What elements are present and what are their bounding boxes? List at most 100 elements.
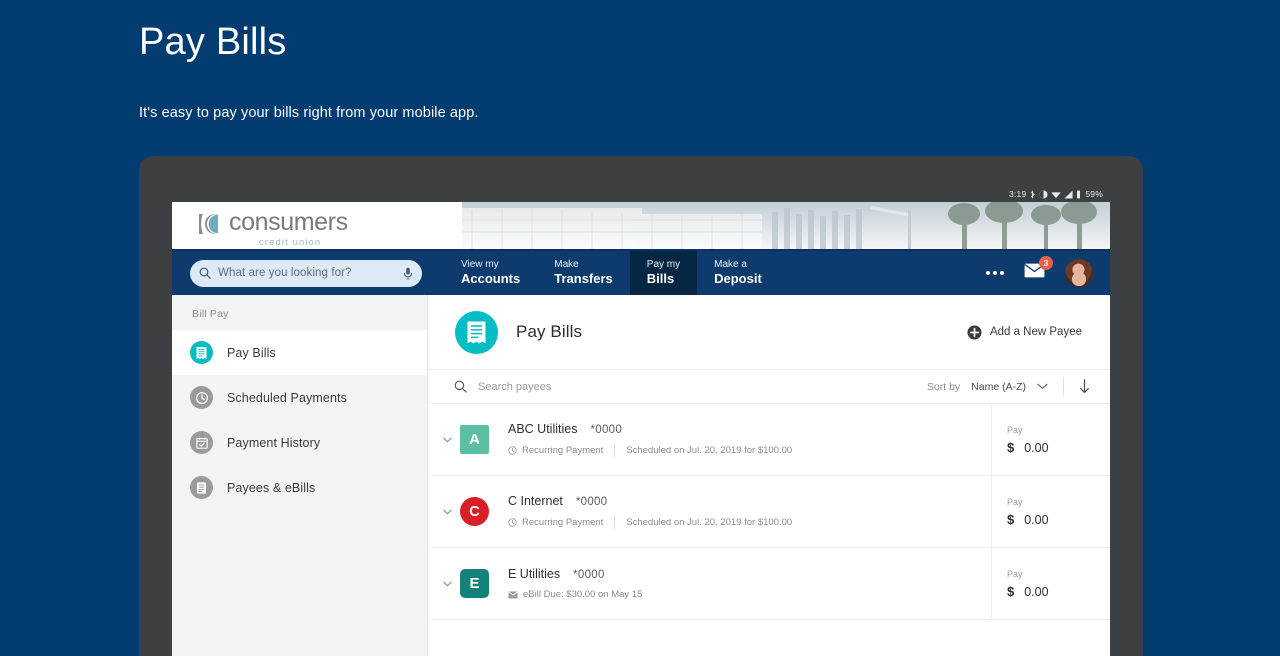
- add-new-payee-button[interactable]: Add a New Payee: [967, 325, 1082, 340]
- chevron-down-icon[interactable]: [1037, 383, 1048, 390]
- expand-caret-icon[interactable]: [428, 581, 456, 587]
- user-avatar[interactable]: [1065, 259, 1093, 287]
- nav-transfers-bottom: Transfers: [554, 271, 613, 287]
- wifi-icon: [1051, 191, 1062, 198]
- pay-amount-input[interactable]: 0.00: [1024, 513, 1048, 527]
- sidebar-heading: Bill Pay: [192, 308, 229, 320]
- payees-list: A ABC Utilities *0000 Recurring Payment …: [428, 404, 1110, 656]
- search-payees-field[interactable]: Search payees: [454, 380, 927, 393]
- nav-accounts-bottom: Accounts: [461, 271, 521, 287]
- primary-navbar: What are you looking for? View my Accoun…: [172, 249, 1110, 295]
- sidebar-label-pay-bills: Pay Bills: [227, 345, 276, 360]
- payee-name: C Internet: [508, 494, 563, 508]
- list-icon: [190, 476, 213, 499]
- pay-label: Pay: [1007, 496, 1023, 507]
- payee-meta-primary: Recurring Payment: [508, 445, 603, 456]
- sidebar: Bill Pay Pay Bills Scheduled Payments Pa…: [172, 295, 428, 656]
- main-header: Pay Bills Add a New Payee: [428, 295, 1110, 369]
- payee-info: E Utilities *0000 eBill Due: $30.00 on M…: [508, 567, 991, 600]
- table-row[interactable]: E E Utilities *0000 eBill Due: $30.00 on…: [428, 548, 1110, 620]
- sort-by-label: Sort by: [926, 380, 961, 393]
- search-icon: [454, 380, 467, 393]
- currency-symbol: $: [1007, 583, 1015, 599]
- nav-item-accounts[interactable]: View my Accounts: [444, 251, 537, 295]
- android-status-bar: 3:19 59%: [172, 186, 1110, 202]
- payee-meta-primary: eBill Due: $30.00 on May 15: [508, 589, 642, 600]
- microphone-icon[interactable]: [403, 267, 413, 280]
- payee-info: ABC Utilities *0000 Recurring Payment Sc…: [508, 422, 991, 457]
- device-screen: 3:19 59% consumers credit union What are…: [172, 186, 1110, 656]
- nav-item-transfers[interactable]: Make Transfers: [537, 251, 630, 295]
- global-search-input[interactable]: What are you looking for?: [218, 267, 396, 279]
- pay-label: Pay: [1007, 568, 1023, 579]
- main-content: Pay Bills Add a New Payee Search payees …: [428, 295, 1110, 656]
- nav-item-bills[interactable]: Pay my Bills: [629, 251, 698, 295]
- brand-name: consumers: [229, 208, 348, 236]
- payee-avatar: C: [460, 497, 489, 526]
- status-time: 3:19: [1009, 189, 1027, 199]
- payee-meta-secondary: Scheduled on Jul. 20, 2019 for $100.00: [626, 445, 793, 456]
- nav-items: View my Accounts Make Transfers Pay my B…: [444, 251, 779, 295]
- payee-info: C Internet *0000 Recurring Payment Sched…: [508, 494, 991, 529]
- bill-icon: [190, 341, 213, 364]
- calendar-icon: [190, 431, 213, 454]
- sort-direction-icon[interactable]: [1079, 379, 1090, 394]
- bluetooth-icon: [1031, 190, 1036, 198]
- nav-deposit-bottom: Deposit: [714, 271, 762, 287]
- page-title: Pay Bills: [139, 21, 287, 63]
- nav-item-deposit[interactable]: Make a Deposit: [697, 251, 779, 295]
- envelope-icon: [508, 591, 518, 598]
- payee-avatar: E: [460, 569, 489, 598]
- pay-amount-input[interactable]: 0.00: [1024, 441, 1048, 455]
- sidebar-item-payees-ebills[interactable]: Payees & eBills: [172, 465, 427, 510]
- payee-meta-primary-text: eBill Due: $30.00 on May 15: [523, 589, 643, 600]
- search-icon: [199, 267, 211, 279]
- expand-caret-icon[interactable]: [428, 509, 456, 515]
- sidebar-label-payment-history: Payment History: [227, 435, 321, 450]
- sidebar-item-payment-history[interactable]: Payment History: [172, 420, 427, 465]
- signal-icon: [1064, 190, 1073, 198]
- expand-caret-icon[interactable]: [428, 437, 456, 443]
- payee-account: *0000: [575, 496, 608, 508]
- nav-accounts-top: View my: [461, 258, 499, 270]
- table-row-partial[interactable]: [428, 620, 1110, 656]
- clock-icon: [508, 446, 517, 455]
- payee-name: E Utilities: [508, 567, 561, 581]
- consumers-logo-icon: [199, 214, 218, 234]
- more-options-icon[interactable]: [986, 271, 1004, 275]
- search-payees-input[interactable]: Search payees: [478, 381, 551, 393]
- meta-divider: [614, 516, 616, 529]
- device-frame: 3:19 59% consumers credit union What are…: [139, 156, 1143, 656]
- currency-symbol: $: [1007, 511, 1015, 527]
- pay-amount-input[interactable]: 0.00: [1024, 585, 1048, 599]
- payee-meta-primary-text: Recurring Payment: [522, 517, 604, 528]
- clock-icon: [190, 386, 213, 409]
- global-search-box[interactable]: What are you looking for?: [190, 259, 422, 287]
- meta-divider: [614, 444, 616, 457]
- page-subtitle: It's easy to pay your bills right from y…: [139, 104, 479, 121]
- payees-toolbar: Search payees Sort by Name (A-Z): [428, 369, 1110, 404]
- pay-amount-cell[interactable]: Pay $ 0.00: [991, 476, 1110, 547]
- brand-logo[interactable]: consumers credit union: [197, 210, 348, 248]
- sidebar-item-pay-bills[interactable]: Pay Bills: [172, 330, 427, 375]
- payee-meta-primary: Recurring Payment: [508, 517, 603, 528]
- toolbar-divider: [1063, 377, 1064, 396]
- pay-amount-cell[interactable]: Pay $ 0.00: [991, 548, 1110, 619]
- do-not-disturb-icon: [1039, 190, 1048, 198]
- payee-name: ABC Utilities: [508, 422, 578, 436]
- sort-by-value[interactable]: Name (A-Z): [971, 381, 1026, 393]
- sidebar-label-payees-ebills: Payees & eBills: [227, 480, 316, 495]
- table-row[interactable]: C C Internet *0000 Recurring Payment Sch…: [428, 476, 1110, 548]
- brand-banner: consumers credit union: [172, 202, 1110, 249]
- brand-tagline: credit union: [259, 237, 322, 248]
- sidebar-item-scheduled-payments[interactable]: Scheduled Payments: [172, 375, 427, 420]
- pay-amount-cell[interactable]: Pay $ 0.00: [991, 404, 1110, 475]
- nav-transfers-top: Make: [554, 258, 579, 270]
- pay-bills-header-icon: [455, 310, 498, 354]
- promo-header: Pay Bills It's easy to pay your bills ri…: [139, 21, 479, 121]
- messages-button[interactable]: 3: [1024, 256, 1053, 283]
- battery-icon: [1077, 190, 1081, 198]
- nav-deposit-top: Make a: [714, 258, 747, 270]
- main-title: Pay Bills: [516, 322, 583, 341]
- table-row[interactable]: A ABC Utilities *0000 Recurring Payment …: [428, 404, 1110, 476]
